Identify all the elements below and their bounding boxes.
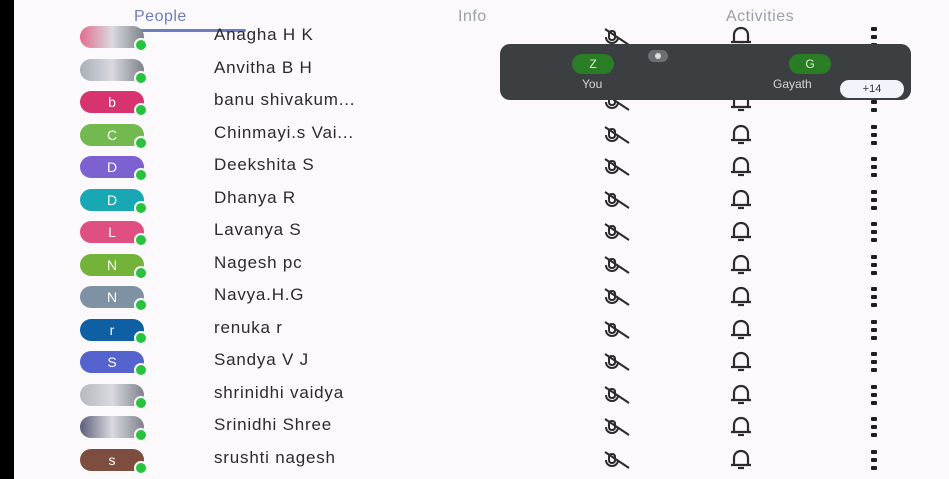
notification-bell-icon[interactable] (728, 189, 754, 211)
left-edge-bar (0, 0, 14, 479)
participant-row[interactable]: s srushti nagesh (14, 444, 949, 476)
online-status-icon (134, 330, 148, 345)
participant-name: Anagha H K (214, 25, 314, 44)
mic-off-icon[interactable] (602, 190, 632, 210)
participant-row[interactable]: L Lavanya S (14, 216, 949, 248)
notification-bell-icon[interactable] (728, 384, 754, 406)
participant-row[interactable]: Srinidhi Shree (14, 411, 949, 443)
participant-name: srushti nagesh (214, 447, 336, 467)
notification-bell-icon[interactable] (728, 286, 754, 308)
participant-name: Sandya V J (214, 350, 309, 369)
participant-name: Anvitha B H (214, 57, 313, 77)
notification-bell-icon[interactable] (728, 319, 754, 341)
participant-name: Chinmayi.s Vai... (214, 122, 354, 142)
mic-off-icon[interactable] (602, 385, 632, 405)
more-options-icon[interactable] (871, 189, 879, 210)
participant-name: Srinidhi Shree (214, 415, 332, 434)
participant-avatar (80, 383, 148, 410)
participant-name: banu shivakum... (214, 90, 356, 109)
participant-row[interactable]: r renuka r (14, 314, 949, 346)
more-options-icon[interactable] (871, 222, 879, 242)
participant-avatar: D (80, 188, 148, 215)
online-status-icon (134, 233, 148, 247)
participant-avatar: D (80, 156, 148, 182)
mic-off-icon[interactable] (602, 320, 632, 340)
participant-avatar: r (80, 318, 148, 345)
online-status-icon (134, 460, 148, 475)
mic-off-icon[interactable] (602, 125, 632, 145)
notification-bell-icon[interactable] (728, 351, 754, 373)
participant-avatar: N (80, 253, 148, 280)
more-options-icon[interactable] (871, 157, 879, 177)
muted-icon (648, 50, 668, 62)
more-options-icon[interactable] (871, 449, 879, 470)
participant-avatar: S (80, 351, 148, 377)
notification-bell-icon[interactable] (728, 221, 754, 243)
more-options-icon[interactable] (871, 124, 879, 145)
participant-name: renuka r (214, 317, 283, 337)
online-status-icon (134, 265, 148, 280)
online-status-icon (134, 38, 148, 52)
notification-bell-icon[interactable] (728, 254, 754, 276)
you-label: You (582, 77, 603, 91)
more-options-icon[interactable] (871, 287, 879, 307)
mic-off-icon[interactable] (602, 352, 632, 372)
guest-avatar[interactable]: G (789, 54, 831, 74)
guest-label: Gayath (773, 77, 812, 91)
participant-avatar: C (80, 123, 148, 150)
video-stage-overlay[interactable]: Z You G Gayath +14 (500, 44, 911, 100)
notification-bell-icon[interactable] (728, 416, 754, 438)
online-status-icon (134, 363, 148, 377)
participant-avatar: L (80, 221, 148, 247)
you-avatar[interactable]: Z (572, 54, 614, 74)
notification-bell-icon[interactable] (728, 156, 754, 178)
more-options-icon[interactable] (871, 384, 879, 405)
participant-name: Deekshita S (214, 155, 315, 174)
online-status-icon (134, 103, 148, 117)
participant-avatar: s (80, 448, 148, 475)
online-status-icon (134, 168, 148, 182)
participant-row[interactable]: shrinidhi vaidya (14, 379, 949, 411)
mic-off-icon[interactable] (602, 450, 632, 470)
participant-name: Nagesh pc (214, 252, 303, 272)
participant-name: shrinidhi vaidya (214, 382, 344, 402)
mic-off-icon[interactable] (602, 417, 632, 437)
mic-off-icon[interactable] (602, 255, 632, 275)
online-status-icon (134, 135, 148, 150)
more-participants-chip[interactable]: +14 (840, 80, 904, 98)
participant-name: Dhanya R (214, 187, 296, 207)
participant-name: Lavanya S (214, 220, 302, 239)
mic-off-icon[interactable] (602, 287, 632, 307)
online-status-icon (134, 428, 148, 442)
participant-row[interactable]: S Sandya V J (14, 346, 949, 378)
more-options-icon[interactable] (871, 417, 879, 437)
more-options-icon[interactable] (871, 254, 879, 275)
participant-name: Navya.H.G (214, 285, 305, 304)
online-status-icon (134, 200, 148, 215)
participant-row[interactable]: N Nagesh pc (14, 249, 949, 281)
participant-row[interactable]: D Dhanya R (14, 184, 949, 216)
participant-avatar (80, 58, 148, 85)
participant-avatar: N (80, 286, 148, 312)
participant-row[interactable]: D Deekshita S (14, 151, 949, 183)
notification-bell-icon[interactable] (728, 449, 754, 471)
mic-off-icon[interactable] (602, 222, 632, 242)
more-options-icon[interactable] (871, 352, 879, 372)
online-status-icon (134, 70, 148, 85)
participant-row[interactable]: N Navya.H.G (14, 281, 949, 313)
online-status-icon (134, 298, 148, 312)
more-options-icon[interactable] (871, 319, 879, 340)
online-status-icon (134, 395, 148, 410)
participant-avatar: b (80, 91, 148, 117)
mic-off-icon[interactable] (602, 157, 632, 177)
participant-avatar (80, 416, 148, 442)
notification-bell-icon[interactable] (728, 124, 754, 146)
participant-row[interactable]: C Chinmayi.s Vai... (14, 119, 949, 151)
participant-avatar (80, 26, 148, 52)
